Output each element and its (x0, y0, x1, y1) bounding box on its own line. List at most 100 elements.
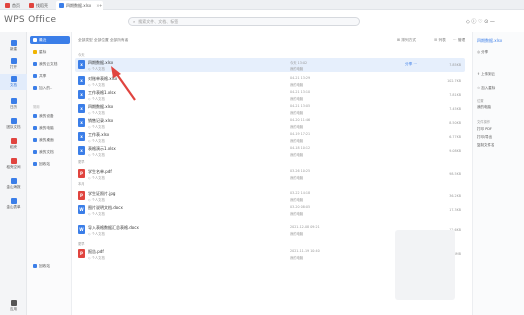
file-location: 我的电脑 (290, 97, 304, 101)
sidebar-item-device[interactable]: 我的设备 (30, 112, 70, 120)
detail-panel: 四期数据.xlsx ◎ 分享 ⇪ 上传到云 ☆ 加入星标 位置 我的电脑 文件操… (472, 32, 524, 315)
new-tab-button[interactable]: + (96, 1, 105, 10)
file-size: 17.3KB (449, 208, 461, 212)
file-row[interactable]: x 四期数据.xlsx ◇ 个人文档 04-21 13:05 我的电脑 7.45KB (75, 102, 465, 116)
file-owner: ◇ 个人文档 (88, 176, 105, 180)
team-icon (10, 118, 17, 124)
rail-open[interactable]: 打开 (0, 58, 27, 70)
daoke-icon (29, 3, 34, 8)
detail-star[interactable]: ☆ 加入星标 (477, 86, 495, 91)
tool-list[interactable]: ☰ 列表 (434, 38, 446, 43)
sidebar-item-joined[interactable]: 加入的.. (30, 84, 70, 92)
file-owner: ◇ 个人文档 (88, 111, 105, 115)
file-row[interactable]: x 对账单表格.xlsx ◇ 个人文档 04-21 13:29 我的电脑 102.7KB (75, 74, 465, 88)
file-type-icon: P (78, 191, 85, 200)
share-icon (33, 74, 37, 78)
group-older: 更早 (78, 242, 85, 246)
file-size: 36.2KB (449, 194, 461, 198)
file-location: 我的电脑 (290, 198, 304, 202)
file-size: 6.77KB (449, 135, 461, 139)
filter-bar[interactable]: 全部类型 全部位置 全部所有者 (78, 38, 128, 43)
rail-poster[interactable]: 金山海报 (0, 178, 27, 190)
row-actions[interactable]: 分享 ··· (405, 62, 417, 67)
file-owner: ◇ 个人文档 (88, 125, 105, 129)
group-month: 本月 (78, 182, 85, 186)
sidebar-item-trash[interactable]: 回收站 (30, 160, 70, 168)
file-location: 我的电脑 (290, 67, 304, 71)
file-size: 8.50KB (449, 121, 461, 125)
detail-op-copy[interactable]: 复制文件名 (477, 143, 495, 148)
tab-daoke[interactable]: 找稻壳 (26, 1, 51, 10)
search-icon: ⌕ (133, 19, 136, 24)
spreadsheet-icon (59, 3, 64, 8)
file-date: 04-21 13:05 (290, 104, 311, 108)
rail-apps[interactable]: 应用 (0, 300, 27, 312)
sidebar-item-starred[interactable]: 星标 (30, 48, 70, 56)
tab-bar: 首页 找稻壳 四期数据.xlsx × + (0, 0, 524, 10)
file-type-icon: x (78, 104, 85, 113)
file-date: 今天 13:02 (290, 61, 308, 65)
rail-daoke-space[interactable]: 稻壳空间 (0, 158, 27, 170)
rail-team-docs[interactable]: 团队文档 (0, 118, 27, 130)
file-type-icon: W (78, 225, 85, 234)
file-size: 102.7KB (447, 79, 461, 83)
file-date: 04-18 10:12 (290, 146, 311, 150)
poster-icon (10, 178, 17, 184)
file-type-icon: x (78, 90, 85, 99)
forms-icon (10, 198, 17, 204)
wps-home-icon (5, 3, 10, 8)
file-location: 我的电脑 (290, 153, 304, 157)
file-row[interactable]: x 销售记录.xlsx ◇ 个人文档 04-20 11:46 我的电脑 8.50KB (75, 116, 465, 130)
rail-forms[interactable]: 金山表单 (0, 198, 27, 210)
sidebar-item-shared[interactable]: 共享 (30, 72, 70, 80)
detail-ops-label: 文件操作 (477, 120, 491, 124)
sidebar-item-computer[interactable]: 我的电脑 (30, 124, 70, 132)
star-icon (33, 50, 37, 54)
rail-documents[interactable]: 文档 (0, 74, 27, 90)
file-type-icon: x (78, 132, 85, 141)
detail-op-print[interactable]: 打印/导出 (477, 135, 492, 140)
rail-new[interactable]: 新建 (0, 40, 27, 52)
daoke-space-icon (10, 158, 17, 164)
folder-icon (33, 150, 37, 154)
sidebar-item-mydocs[interactable]: 我的文档 (30, 148, 70, 156)
file-size: 98.5KB (449, 172, 461, 176)
window-controls[interactable]: ◇ ⓘ ♡ ⊙ — (466, 18, 495, 25)
detail-location-label: 位置 (477, 99, 484, 103)
sidebar-bottom-item[interactable]: 回收站 (30, 262, 70, 270)
file-row[interactable]: W 图片说明文档.docx ◇ 个人文档 03-20 08:05 我的电脑 17.3KB (75, 203, 465, 217)
file-row[interactable]: P 学生证照片.jpg ◇ 个人文档 03-22 14:18 我的电脑 36.2KB (75, 189, 465, 203)
file-owner: ◇ 个人文档 (88, 198, 105, 202)
detail-file-name: 四期数据.xlsx (477, 38, 503, 43)
file-location: 我的电脑 (290, 139, 304, 143)
search-input[interactable]: ⌕ 搜索文件、文档、标签 (128, 17, 360, 26)
tool-sort[interactable]: ⊞ 排列方式 (397, 38, 416, 43)
file-row[interactable]: x 四期数据.xlsx ◇ 个人文档 今天 13:02 我的电脑 分享 ··· 7.85KB (75, 58, 465, 72)
file-row[interactable]: P 学生名单.pdf ◇ 个人文档 03-26 10:25 我的电脑 98.5KB (75, 167, 465, 181)
sidebar-item-cloud[interactable]: 我的云文档 (30, 60, 70, 68)
file-row[interactable]: x 工作表.xlsx ◇ 个人文档 04-19 17:21 我的电脑 6.77KB (75, 130, 465, 144)
detail-share[interactable]: ◎ 分享 (477, 50, 488, 55)
detail-op-pdf[interactable]: 打印 PDF (477, 127, 492, 132)
file-size: 7.45KB (449, 107, 461, 111)
file-location: 我的电脑 (290, 232, 304, 236)
blurred-region (395, 230, 455, 300)
tab-home[interactable]: 首页 (2, 1, 23, 10)
calendar-icon (10, 98, 17, 104)
file-type-icon: x (78, 146, 85, 155)
file-date: 04-20 11:46 (290, 118, 311, 122)
sidebar-item-desktop[interactable]: 我的桌面 (30, 136, 70, 144)
rail-calendar[interactable]: 日历 (0, 98, 27, 110)
file-row[interactable]: x 表格演示1.xlsx ◇ 个人文档 04-18 10:12 我的电脑 9.08KB (75, 144, 465, 158)
file-row[interactable]: x 工作表格1.xlsx ◇ 个人文档 04-21 13:10 我的电脑 7.81KB (75, 88, 465, 102)
rail-daoke[interactable]: 稻壳 (0, 138, 27, 150)
sidebar-item-recent[interactable]: 最近 (30, 36, 70, 44)
detail-upload[interactable]: ⇪ 上传到云 (477, 72, 495, 77)
apps-grid-icon (10, 300, 17, 306)
tool-manage[interactable]: ⋯ 管理 (453, 38, 465, 43)
file-owner: ◇ 个人文档 (88, 67, 105, 71)
group-icon (33, 86, 37, 90)
file-type-icon: x (78, 60, 85, 69)
file-date: 04-19 17:21 (290, 132, 311, 136)
file-owner: ◇ 个人文档 (88, 83, 105, 87)
